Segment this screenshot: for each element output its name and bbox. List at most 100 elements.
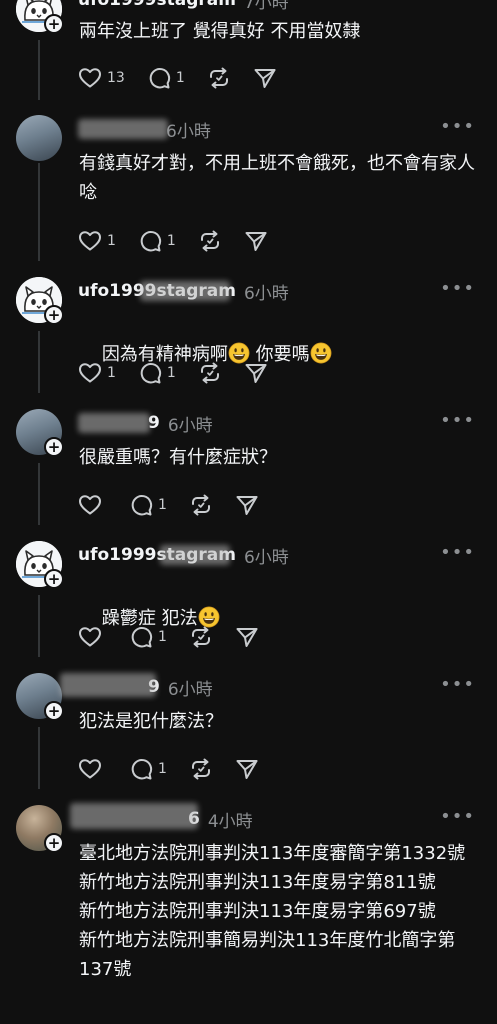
comment-icon (147, 66, 171, 90)
follow-plus-icon[interactable]: + (44, 569, 64, 589)
thread-post: + 9 6小時 ••• 犯法是犯什麼法？ 1 (0, 661, 497, 793)
avatar[interactable]: + (16, 541, 64, 589)
avatar[interactable]: + (16, 409, 64, 457)
follow-plus-icon[interactable]: + (44, 305, 64, 325)
send-icon (235, 625, 259, 649)
post-header: ufo1999stagram 7小時 (78, 0, 289, 13)
like-count: 1 (107, 233, 116, 249)
more-icon[interactable]: ••• (440, 674, 475, 695)
reply-button[interactable]: 1 (138, 229, 176, 253)
follow-plus-icon[interactable]: + (44, 701, 64, 721)
redaction-blur (140, 281, 230, 301)
send-icon (235, 757, 259, 781)
heart-icon (78, 66, 102, 90)
repost-button[interactable] (198, 361, 222, 385)
share-button[interactable] (253, 66, 277, 90)
redaction-blur (78, 413, 150, 433)
more-icon[interactable]: ••• (440, 410, 475, 431)
avatar[interactable]: + (16, 277, 64, 325)
thread-line (38, 331, 40, 393)
heart-icon (78, 493, 102, 517)
repost-button[interactable] (189, 625, 213, 649)
like-button[interactable] (78, 493, 107, 517)
thread-post: 6小時 ••• 有錢真好才對，不用上班不會餓死，也不會有家人唸 1 1 (0, 105, 497, 265)
heart-icon (78, 757, 102, 781)
reply-count: 1 (175, 70, 185, 86)
follow-plus-icon[interactable]: + (44, 437, 64, 457)
share-button[interactable] (244, 229, 268, 253)
repost-icon (198, 361, 222, 385)
comment-icon (138, 361, 162, 385)
send-icon (235, 493, 259, 517)
thread-post: + ufo1999stagram 7小時 兩年沒上班了 覺得真好 不用當奴隸 1… (0, 0, 497, 105)
heart-icon (78, 361, 102, 385)
post-text: 很嚴重嗎？有什麼症狀？ (79, 447, 277, 468)
share-button[interactable] (244, 361, 268, 385)
send-icon (244, 229, 268, 253)
repost-icon (189, 493, 213, 517)
like-button[interactable]: 13 (78, 66, 125, 90)
redaction-blur (160, 545, 230, 565)
follow-plus-icon[interactable]: + (44, 14, 64, 34)
reply-button[interactable]: 1 (129, 493, 167, 517)
share-button[interactable] (235, 757, 259, 781)
redaction-blur (70, 803, 198, 829)
like-count: 13 (107, 70, 125, 86)
action-bar: 1 1 (78, 360, 290, 386)
reply-button[interactable]: 1 (129, 625, 167, 649)
thread-line (38, 463, 40, 525)
action-bar: 1 (78, 756, 281, 782)
reply-button[interactable]: 1 (147, 66, 185, 90)
send-icon (244, 361, 268, 385)
action-bar: 1 1 (78, 228, 290, 254)
comment-icon (138, 229, 162, 253)
heart-icon (78, 229, 102, 253)
like-button[interactable] (78, 625, 107, 649)
post-text: 臺北地方法院刑事判決113年度審簡字第1332號 新竹地方法院刑事判決113年度… (79, 843, 466, 980)
avatar[interactable] (16, 115, 62, 161)
reply-count: 1 (158, 761, 167, 777)
redaction-blur (78, 119, 168, 139)
grinning-face-emoji (310, 342, 332, 364)
timestamp: 6小時 (167, 679, 213, 700)
reply-button[interactable]: 1 (138, 361, 176, 385)
comment-icon (129, 493, 153, 517)
action-bar: 13 1 (78, 65, 299, 91)
username[interactable]: ufo1999stagram (78, 0, 236, 10)
comment-icon (129, 757, 153, 781)
reply-count: 1 (166, 365, 176, 381)
like-count: 1 (107, 365, 116, 381)
thread-post: + ufo1999stagram 6小時 ••• 躁鬱症 犯法 1 (0, 529, 497, 661)
like-button[interactable] (78, 757, 107, 781)
repost-button[interactable] (189, 757, 213, 781)
post-text: 犯法是犯什麼法？ (79, 711, 223, 732)
repost-button[interactable] (189, 493, 213, 517)
reply-count: 1 (166, 233, 176, 249)
thread-line (38, 727, 40, 789)
repost-button[interactable] (207, 66, 231, 90)
more-icon[interactable]: ••• (440, 806, 475, 827)
like-button[interactable]: 1 (78, 229, 116, 253)
more-icon[interactable]: ••• (440, 116, 475, 137)
timestamp: 6小時 (167, 415, 213, 436)
more-icon[interactable]: ••• (440, 542, 475, 563)
repost-button[interactable] (198, 229, 222, 253)
more-icon[interactable]: ••• (440, 278, 475, 299)
share-button[interactable] (235, 625, 259, 649)
follow-plus-icon[interactable]: + (44, 833, 64, 853)
avatar[interactable]: + (16, 673, 64, 721)
like-button[interactable]: 1 (78, 361, 116, 385)
thread-line (38, 163, 40, 261)
repost-icon (198, 229, 222, 253)
thread-line (38, 595, 40, 657)
repost-icon (189, 757, 213, 781)
avatar[interactable]: + (16, 0, 64, 34)
timestamp: 6小時 (243, 283, 289, 304)
share-button[interactable] (235, 493, 259, 517)
reply-button[interactable]: 1 (129, 757, 167, 781)
timestamp: 7小時 (243, 0, 289, 13)
timestamp: 4小時 (207, 811, 253, 832)
thread-post: + ufo1999stagram 6小時 ••• 因為有精神病啊 你要嗎 1 1 (0, 265, 497, 397)
avatar[interactable]: + (16, 805, 64, 853)
repost-icon (189, 625, 213, 649)
